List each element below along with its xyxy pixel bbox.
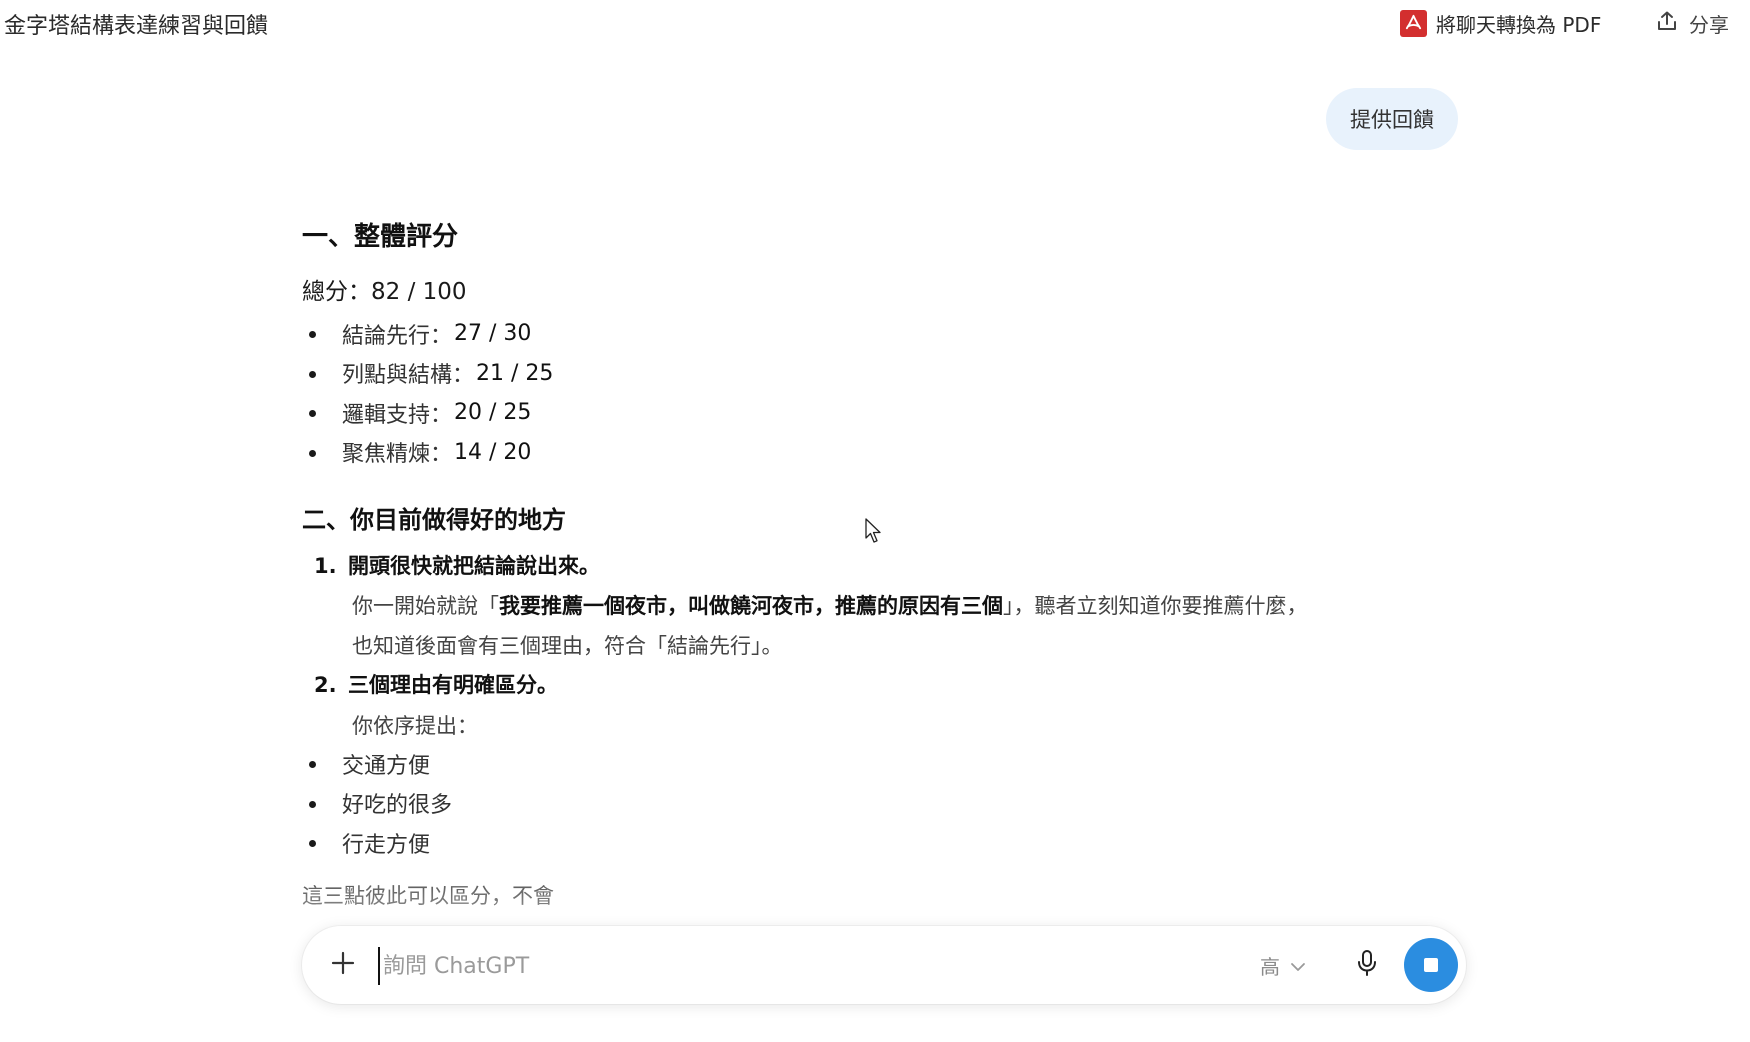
add-attachment-button[interactable]	[324, 946, 362, 984]
reason-item: 交通方便	[302, 744, 452, 784]
score-value: 20 / 25	[454, 400, 532, 426]
share-button[interactable]: 分享	[1655, 7, 1729, 39]
item-number: 1.	[314, 554, 337, 578]
score-item: 結論先行： 27 / 30	[302, 314, 553, 354]
score-label: 邏輯支持：	[342, 402, 453, 428]
reason-list: 交通方便 好吃的很多 行走方便	[302, 744, 452, 863]
voice-input-button[interactable]	[1348, 946, 1386, 984]
chat-title: 金字塔結構表達練習與回饋	[4, 14, 269, 39]
item-title: 三個理由有明確區分。	[348, 673, 558, 697]
chevron-down-icon	[1290, 953, 1306, 977]
reason-text: 交通方便	[342, 753, 431, 779]
numbered-item-1: 1. 開頭很快就把結論說出來。	[314, 550, 600, 580]
score-value: 21 / 25	[476, 360, 554, 386]
reasoning-effort-select[interactable]: 高	[1260, 950, 1306, 980]
pdf-icon	[1400, 9, 1427, 37]
bullet-dot	[309, 800, 316, 808]
score-item: 聚焦精煉： 14 / 20	[302, 433, 553, 473]
prompt-composer: 高	[302, 926, 1466, 1004]
stop-icon	[1424, 958, 1438, 972]
bullet-dot	[309, 331, 316, 338]
item-1-body-line-1: 你一開始就說「我要推薦一個夜市，叫做饒河夜市，推薦的原因有三個」，聽者立刻知道你…	[352, 590, 1308, 620]
section-heading-overall-score: 一、整體評分	[302, 222, 459, 252]
reason-item: 行走方便	[302, 823, 452, 863]
mouse-cursor-icon	[865, 518, 883, 548]
convert-to-pdf-button[interactable]: 將聊天轉換為 PDF	[1400, 7, 1601, 39]
score-list: 結論先行： 27 / 30 列點與結構： 21 / 25 邏輯支持： 20 / 25 …	[302, 314, 553, 472]
item-title: 開頭很快就把結論說出來。	[348, 554, 600, 578]
share-icon	[1655, 9, 1679, 38]
total-score-value: 82 / 100	[371, 279, 467, 305]
convert-to-pdf-label: 將聊天轉換為 PDF	[1436, 12, 1602, 37]
plus-icon	[330, 950, 356, 980]
top-bar: 金字塔結構表達練習與回饋 將聊天轉換為 PDF 分享	[0, 0, 1750, 50]
bullet-dot	[309, 370, 316, 378]
section-heading-strengths: 二、你目前做得好的地方	[302, 506, 566, 534]
score-item: 列點與結構： 21 / 25	[302, 354, 553, 394]
body-text: 你一開始就說「	[352, 594, 499, 618]
bullet-dot	[309, 761, 316, 768]
item-2-intro: 你依序提出：	[352, 714, 478, 738]
user-message-bubble: 提供回饋	[1326, 88, 1458, 150]
item-1-body-line-2: 也知道後面會有三個理由，符合「結論先行」。	[352, 634, 783, 658]
stop-generating-button[interactable]	[1404, 938, 1458, 992]
total-score-label: 總分：	[302, 279, 371, 305]
bullet-dot	[309, 410, 316, 417]
total-score: 總分：82 / 100	[302, 272, 467, 306]
reason-text: 好吃的很多	[342, 793, 453, 819]
prompt-input[interactable]	[378, 947, 1245, 985]
reason-text: 行走方便	[342, 832, 431, 858]
numbered-item-2: 2. 三個理由有明確區分。	[314, 669, 558, 699]
score-value: 14 / 20	[454, 439, 532, 465]
score-label: 結論先行：	[342, 323, 453, 349]
reason-item: 好吃的很多	[302, 784, 452, 824]
share-label: 分享	[1689, 12, 1729, 37]
body-text: 」，聽者立刻知道你要推薦什麼，	[1003, 594, 1308, 618]
bullet-dot	[309, 449, 316, 457]
score-value: 27 / 30	[454, 321, 532, 347]
streaming-partial-line: 這三點彼此可以區分，不會	[302, 884, 554, 908]
bullet-dot	[309, 840, 316, 847]
body-bold-quote: 我要推薦一個夜市，叫做饒河夜市，推薦的原因有三個	[499, 594, 1003, 618]
item-number: 2.	[314, 673, 337, 697]
content-fade-overlay	[0, 860, 1750, 930]
microphone-icon	[1355, 949, 1379, 981]
chat-screen: 金字塔結構表達練習與回饋 將聊天轉換為 PDF 分享 提供回饋 一、整體評分 總…	[0, 0, 1750, 1042]
score-label: 列點與結構：	[342, 363, 475, 389]
score-item: 邏輯支持： 20 / 25	[302, 393, 553, 433]
user-message-text: 提供回饋	[1350, 108, 1434, 132]
effort-label: 高	[1260, 954, 1280, 979]
score-label: 聚焦精煉：	[342, 442, 453, 468]
